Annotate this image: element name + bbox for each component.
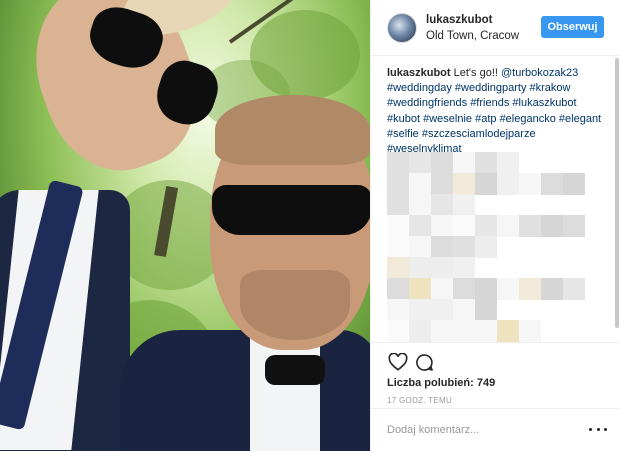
hashtag[interactable]: #weddingparty (455, 82, 527, 94)
blur-pixel (387, 257, 409, 279)
blur-pixel (453, 320, 475, 342)
blur-pixel (453, 236, 475, 258)
post-actions: Liczba polubień: 749 17 GODZ. TEMU (371, 342, 619, 408)
blur-pixel (431, 278, 453, 300)
blur-pixel (519, 215, 541, 237)
blur-pixel (409, 299, 431, 321)
blur-pixel (409, 257, 431, 279)
blur-pixel (475, 152, 497, 174)
comment-form (371, 408, 619, 451)
blur-pixel (409, 236, 431, 258)
blur-pixel (519, 278, 541, 300)
blur-pixel (387, 278, 409, 300)
blur-pixel (475, 173, 497, 195)
blur-pixel (453, 299, 475, 321)
post-header: lukaszkubot Old Town, Cracow Obserwuj (371, 0, 619, 56)
blur-pixel (387, 236, 409, 258)
blur-pixel (519, 320, 541, 342)
hashtag[interactable]: #friends (470, 97, 509, 109)
post-caption: lukaszkubot Let's go!! @turbokozak23 #we… (387, 66, 609, 157)
blur-pixel (497, 152, 519, 174)
blur-pixel (497, 320, 519, 342)
comment-input[interactable] (387, 419, 577, 441)
blur-pixel (453, 257, 475, 279)
blur-pixel (519, 173, 541, 195)
hashtag[interactable]: #elegant (559, 113, 601, 125)
blur-pixel (453, 278, 475, 300)
caption-mention[interactable]: @turbokozak23 (501, 67, 578, 79)
blur-pixel (497, 215, 519, 237)
post-side-panel: lukaszkubot Old Town, Cracow Obserwuj lu… (370, 0, 619, 451)
post-location[interactable]: Old Town, Cracow (426, 30, 519, 42)
blur-pixel (431, 299, 453, 321)
blur-pixel (431, 194, 453, 216)
blur-pixel (453, 194, 475, 216)
post-photo[interactable] (0, 0, 370, 451)
blur-pixel (387, 215, 409, 237)
blur-pixel (409, 173, 431, 195)
blur-pixel (541, 278, 563, 300)
dot (596, 427, 600, 431)
dot (589, 427, 592, 431)
blur-pixel (541, 215, 563, 237)
more-options-icon[interactable] (589, 423, 607, 435)
likes-count[interactable]: Liczba polubień: 749 (387, 377, 495, 389)
blur-pixel (497, 173, 519, 195)
blur-pixel (475, 299, 497, 321)
blur-pixel (563, 173, 585, 195)
blur-pixel (409, 194, 431, 216)
blur-pixel (387, 320, 409, 342)
comment-icon[interactable] (413, 351, 435, 373)
blur-pixel (475, 320, 497, 342)
blur-pixel (475, 236, 497, 258)
hashtag[interactable]: #atp (475, 113, 496, 125)
blur-pixel (409, 215, 431, 237)
instagram-post: lukaszkubot Old Town, Cracow Obserwuj lu… (0, 0, 619, 451)
blur-pixel (453, 152, 475, 174)
blur-pixel (431, 236, 453, 258)
blur-pixel (409, 152, 431, 174)
blur-pixel (431, 173, 453, 195)
heart-icon[interactable] (387, 351, 409, 373)
blur-pixel (431, 320, 453, 342)
blur-pixel (453, 215, 475, 237)
blur-pixel (431, 152, 453, 174)
hashtag[interactable]: #lukaszkubot (512, 97, 576, 109)
hashtag[interactable]: #weddingday (387, 82, 452, 94)
post-timestamp[interactable]: 17 GODZ. TEMU (387, 396, 452, 405)
blur-pixel (453, 173, 475, 195)
redacted-comments (387, 152, 609, 342)
hashtag[interactable]: #elegancko (500, 113, 556, 125)
avatar[interactable] (387, 13, 417, 43)
blur-pixel (387, 152, 409, 174)
blur-pixel (409, 278, 431, 300)
blur-pixel (409, 320, 431, 342)
blur-pixel (475, 278, 497, 300)
blur-pixel (387, 194, 409, 216)
author-username[interactable]: lukaszkubot (426, 14, 492, 26)
comments-scrollbar[interactable] (615, 58, 619, 328)
blur-pixel (563, 215, 585, 237)
follow-button[interactable]: Obserwuj (541, 16, 604, 38)
blur-pixel (541, 173, 563, 195)
blur-pixel (431, 257, 453, 279)
blur-pixel (475, 215, 497, 237)
dot (604, 427, 607, 431)
blur-pixel (387, 299, 409, 321)
hashtag[interactable]: #krakow (530, 82, 571, 94)
caption-username[interactable]: lukaszkubot (387, 67, 451, 79)
blur-pixel (497, 278, 519, 300)
blur-pixel (431, 215, 453, 237)
hashtag[interactable]: #selfie (387, 128, 419, 140)
hashtag[interactable]: #weddingfriends (387, 97, 467, 109)
blur-pixel (387, 173, 409, 195)
caption-text: Let's go!! (453, 67, 498, 79)
blur-pixel (563, 278, 585, 300)
hashtag[interactable]: #kubot (387, 113, 420, 125)
hashtag[interactable]: #szczesciamlodejparze (422, 128, 536, 140)
hashtag[interactable]: #weselnie (423, 113, 472, 125)
